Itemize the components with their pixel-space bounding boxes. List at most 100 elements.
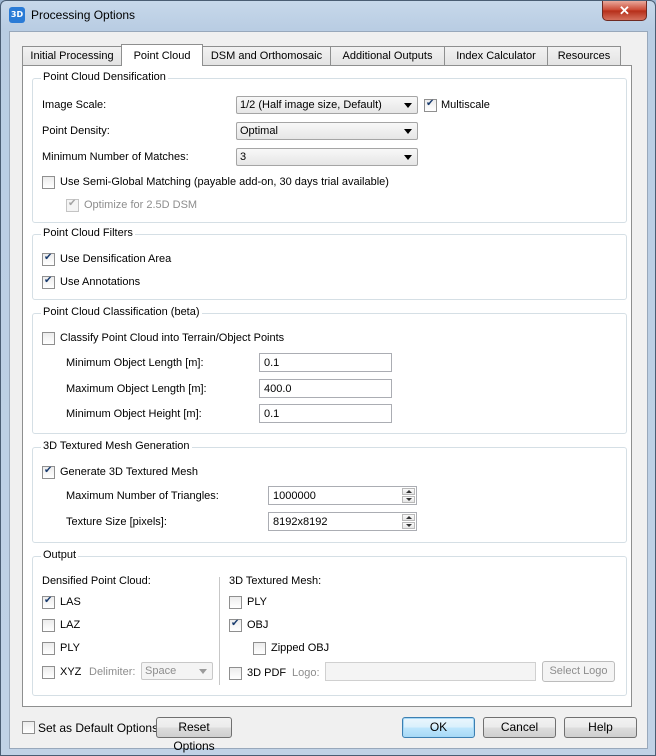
select-logo-button[interactable]: Select Logo bbox=[542, 661, 615, 682]
min-object-length-value: 0.1 bbox=[264, 357, 280, 369]
delimiter-value: Space bbox=[145, 665, 177, 677]
help-button[interactable]: Help bbox=[564, 717, 637, 738]
3d-pdf-label: 3D PDF bbox=[247, 667, 287, 679]
densified-point-cloud-title: Densified Point Cloud: bbox=[42, 575, 151, 587]
tab-resources[interactable]: Resources bbox=[547, 46, 621, 65]
texture-size-value: 8192x8192 bbox=[273, 516, 328, 528]
ply-checkbox[interactable] bbox=[42, 642, 55, 655]
classify-label: Classify Point Cloud into Terrain/Object… bbox=[60, 332, 285, 344]
point-density-value: Optimal bbox=[240, 125, 278, 137]
obj-label: OBJ bbox=[247, 619, 269, 631]
min-object-height-value: 0.1 bbox=[264, 408, 280, 420]
densification-area-label: Use Densification Area bbox=[60, 253, 172, 265]
cancel-button[interactable]: Cancel bbox=[483, 717, 556, 738]
image-scale-value: 1/2 (Half image size, Default) bbox=[240, 99, 382, 111]
tab-point-cloud[interactable]: Point Cloud bbox=[121, 44, 203, 66]
tab-initial-processing[interactable]: Initial Processing bbox=[22, 46, 122, 65]
generate-mesh-checkbox[interactable] bbox=[42, 465, 55, 479]
spin-down-icon[interactable] bbox=[402, 496, 415, 503]
spin-up-icon[interactable] bbox=[402, 488, 415, 495]
chevron-down-icon bbox=[199, 669, 207, 674]
laz-checkbox[interactable] bbox=[42, 619, 55, 632]
delimiter-label: Delimiter: bbox=[89, 666, 136, 678]
chevron-down-icon bbox=[404, 103, 412, 108]
app-3d-icon: 3D bbox=[9, 7, 25, 23]
multiscale-label: Multiscale bbox=[441, 99, 490, 111]
texture-size-spinner[interactable] bbox=[402, 514, 415, 529]
optimize-dsm-checkbox[interactable] bbox=[66, 198, 79, 212]
close-button[interactable]: ✕ bbox=[602, 1, 647, 21]
image-scale-dropdown[interactable]: 1/2 (Half image size, Default) bbox=[236, 96, 418, 114]
max-triangles-spinner[interactable] bbox=[402, 488, 415, 503]
classification-group: Point Cloud Classification (beta) Classi… bbox=[32, 306, 627, 434]
max-object-length-label: Maximum Object Length [m]: bbox=[66, 383, 207, 395]
max-triangles-value: 1000000 bbox=[273, 490, 316, 502]
filters-group: Point Cloud Filters Use Densification Ar… bbox=[32, 227, 627, 300]
mesh-title: 3D Textured Mesh Generation bbox=[41, 440, 192, 452]
3d-pdf-checkbox[interactable] bbox=[229, 667, 242, 680]
multiscale-checkbox[interactable] bbox=[424, 98, 437, 112]
mesh-group: 3D Textured Mesh Generation Generate 3D … bbox=[32, 440, 627, 543]
min-object-length-label: Minimum Object Length [m]: bbox=[66, 357, 204, 369]
densification-title: Point Cloud Densification bbox=[41, 71, 168, 83]
las-label: LAS bbox=[60, 596, 81, 608]
laz-label: LAZ bbox=[60, 619, 81, 631]
min-object-height-label: Minimum Object Height [m]: bbox=[66, 408, 202, 420]
tab-index-calculator[interactable]: Index Calculator bbox=[444, 46, 548, 65]
texture-size-label: Texture Size [pixels]: bbox=[66, 516, 167, 528]
tab-additional-outputs[interactable]: Additional Outputs bbox=[330, 46, 445, 65]
delimiter-dropdown[interactable]: Space bbox=[141, 662, 213, 680]
ok-button[interactable]: OK bbox=[402, 717, 475, 738]
optimize-dsm-label: Optimize for 2.5D DSM bbox=[84, 199, 198, 211]
point-density-label: Point Density: bbox=[42, 125, 110, 137]
ply-label: PLY bbox=[60, 642, 80, 654]
max-triangles-label: Maximum Number of Triangles: bbox=[66, 490, 219, 502]
textured-mesh-title: 3D Textured Mesh: bbox=[229, 575, 322, 587]
obj-checkbox[interactable] bbox=[229, 618, 242, 632]
filters-title: Point Cloud Filters bbox=[41, 227, 135, 239]
mesh-ply-label: PLY bbox=[247, 596, 267, 608]
tab-dsm-orthomosaic[interactable]: DSM and Orthomosaic bbox=[202, 46, 331, 65]
chevron-down-icon bbox=[404, 129, 412, 134]
min-matches-label: Minimum Number of Matches: bbox=[42, 151, 189, 163]
annotations-label: Use Annotations bbox=[60, 276, 141, 288]
logo-path-field[interactable] bbox=[325, 662, 536, 681]
xyz-checkbox[interactable] bbox=[42, 666, 55, 679]
semi-global-matching-checkbox[interactable] bbox=[42, 176, 55, 189]
window-title: Processing Options bbox=[31, 8, 136, 22]
max-object-length-value: 400.0 bbox=[264, 383, 292, 395]
las-checkbox[interactable] bbox=[42, 595, 55, 609]
densification-group: Point Cloud Densification Image Scale: 1… bbox=[32, 71, 627, 223]
zipped-obj-label: Zipped OBJ bbox=[271, 642, 330, 654]
min-matches-dropdown[interactable]: 3 bbox=[236, 148, 418, 166]
point-density-dropdown[interactable]: Optimal bbox=[236, 122, 418, 140]
max-triangles-spinbox[interactable]: 1000000 bbox=[268, 486, 417, 505]
zipped-obj-checkbox[interactable] bbox=[253, 642, 266, 655]
output-divider bbox=[219, 577, 220, 685]
output-group: Output Densified Point Cloud: LAS LAZ PL… bbox=[32, 549, 627, 696]
annotations-checkbox[interactable] bbox=[42, 275, 55, 289]
mesh-ply-checkbox[interactable] bbox=[229, 596, 242, 609]
set-default-options-label: Set as Default Options bbox=[38, 721, 159, 735]
min-matches-value: 3 bbox=[240, 151, 247, 163]
dialog-client: Initial Processing Point Cloud DSM and O… bbox=[9, 31, 648, 753]
chevron-down-icon bbox=[404, 155, 412, 160]
max-object-length-field[interactable]: 400.0 bbox=[259, 379, 392, 398]
reset-options-button[interactable]: Reset Options bbox=[156, 717, 232, 753]
classify-checkbox[interactable] bbox=[42, 332, 55, 345]
densification-area-checkbox[interactable] bbox=[42, 252, 55, 266]
image-scale-label: Image Scale: bbox=[42, 99, 107, 111]
set-default-options-checkbox[interactable] bbox=[22, 721, 35, 734]
texture-size-spinbox[interactable]: 8192x8192 bbox=[268, 512, 417, 531]
point-cloud-panel: Point Cloud Densification Image Scale: 1… bbox=[22, 65, 632, 707]
min-object-length-field[interactable]: 0.1 bbox=[259, 353, 392, 372]
spin-down-icon[interactable] bbox=[402, 522, 415, 529]
close-icon: ✕ bbox=[619, 3, 630, 18]
title-bar[interactable]: 3D Processing Options ✕ bbox=[1, 1, 655, 29]
xyz-label: XYZ bbox=[60, 666, 82, 678]
spin-up-icon[interactable] bbox=[402, 514, 415, 521]
logo-label: Logo: bbox=[292, 667, 320, 679]
output-title: Output bbox=[41, 549, 79, 561]
min-object-height-field[interactable]: 0.1 bbox=[259, 404, 392, 423]
semi-global-matching-label: Use Semi-Global Matching (payable add-on… bbox=[60, 176, 389, 188]
